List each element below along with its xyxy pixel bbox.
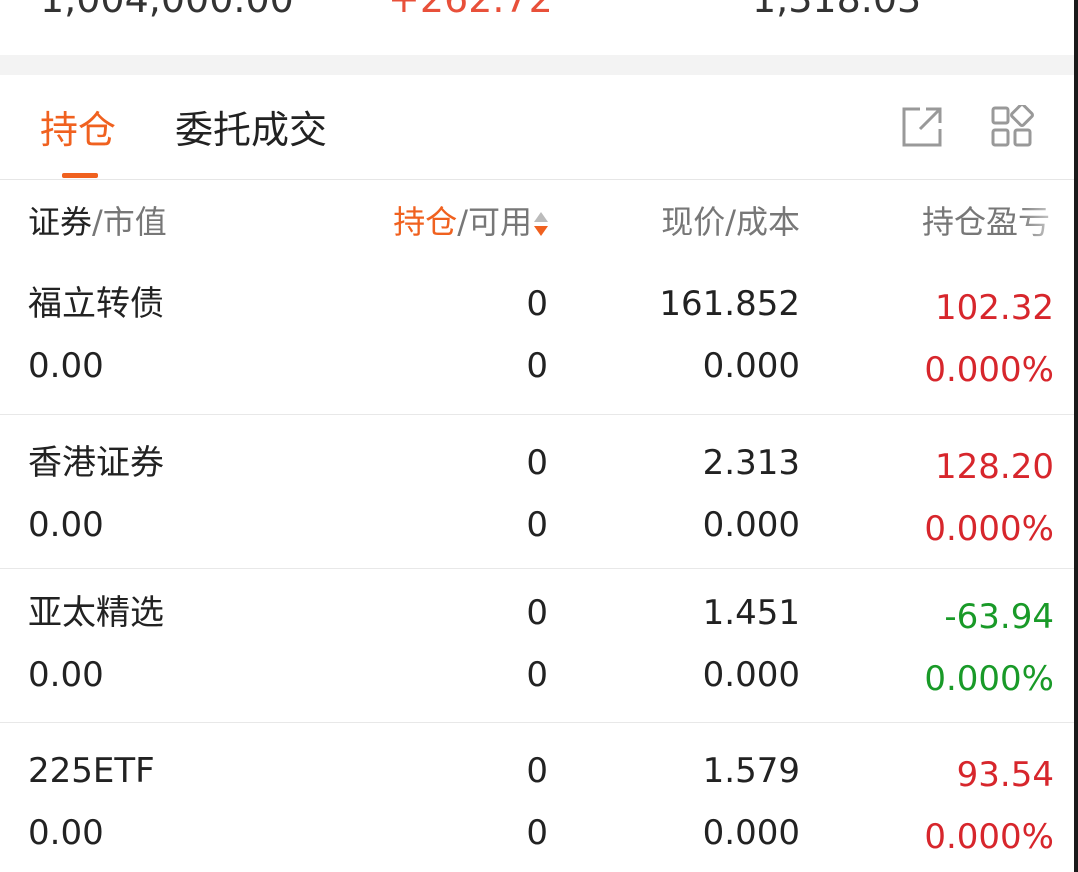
market-value: 0.00 [28,813,104,853]
available-qty: 0 [526,346,548,386]
column-security[interactable]: 证券/市值 [28,202,167,242]
summary-market-value: 1,004,000.00 [40,0,294,22]
position-qty: 0 [526,284,548,324]
table-row[interactable]: 福立转债 0.00 0 0 161.852 0.000 102.32 0.000… [0,263,1078,415]
position-pl-pct: 0.000% [924,509,1054,549]
position-pl-pct: 0.000% [924,350,1054,390]
position-pl: 102.32 [935,288,1054,328]
market-value: 0.00 [28,346,104,386]
security-name: 福立转债 [28,284,164,324]
table-row[interactable]: 亚太精选 0.00 0 0 1.451 0.000 -63.94 0.000% [0,572,1078,723]
table-row[interactable]: 香港证券 0.00 0 0 2.313 0.000 128.20 0.000% [0,422,1078,569]
holdings-table-header: 证券/市值 持仓/可用 现价/成本 持仓盈亏 [0,180,1078,262]
position-pl-pct: 0.000% [924,817,1054,857]
column-price-cost[interactable]: 现价/成本 [661,202,800,242]
summary-position-pl: 1,318.03 [752,0,921,22]
tab-orders-trades[interactable]: 委托成交 [175,107,327,153]
sort-arrows-icon [534,210,548,238]
cost-price: 0.000 [702,655,800,695]
grid-icon[interactable] [990,103,1034,149]
external-link-icon[interactable] [900,105,944,149]
active-tab-indicator [62,173,98,178]
position-pl: -63.94 [944,597,1054,637]
position-pl: 128.20 [935,447,1054,487]
account-summary: 1,004,000.00 +262.72 1,318.03 [0,0,1078,55]
column-position-sort[interactable]: 持仓/可用 [393,202,548,242]
market-value: 0.00 [28,655,104,695]
available-qty: 0 [526,505,548,545]
available-qty: 0 [526,655,548,695]
screen-edge [1074,0,1078,872]
section-divider [0,55,1078,75]
position-qty: 0 [526,751,548,791]
cost-price: 0.000 [702,813,800,853]
security-name: 香港证券 [28,443,164,483]
security-name: 225ETF [28,751,155,791]
cost-price: 0.000 [702,505,800,545]
available-qty: 0 [526,813,548,853]
security-name: 亚太精选 [28,593,164,633]
market-value: 0.00 [28,505,104,545]
current-price: 2.313 [702,443,800,483]
tab-bar: 持仓 委托成交 [0,75,1078,180]
current-price: 1.579 [702,751,800,791]
position-pl: 93.54 [956,755,1054,795]
current-price: 1.451 [702,593,800,633]
current-price: 161.852 [659,284,800,324]
table-row[interactable]: 225ETF 0.00 0 0 1.579 0.000 93.54 0.000% [0,730,1078,872]
summary-daily-pl: +262.72 [388,0,553,22]
position-qty: 0 [526,443,548,483]
position-qty: 0 [526,593,548,633]
cost-price: 0.000 [702,346,800,386]
tab-holdings[interactable]: 持仓 [40,107,116,153]
position-pl-pct: 0.000% [924,659,1054,699]
